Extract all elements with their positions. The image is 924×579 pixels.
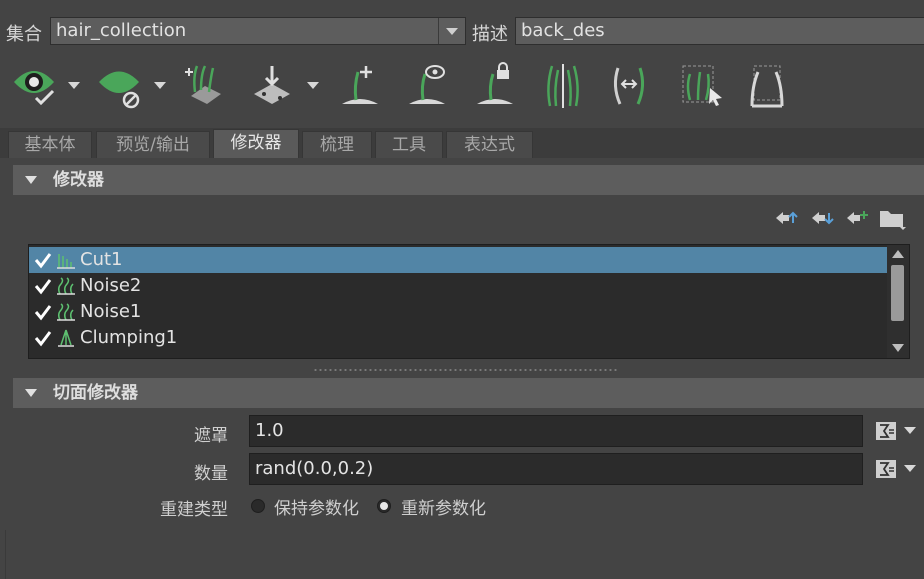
move-down-icon[interactable] xyxy=(810,209,834,227)
expression-editor-icon[interactable] xyxy=(876,422,896,440)
expression-editor-icon[interactable] xyxy=(876,460,896,478)
collection-dropdown[interactable]: hair_collection xyxy=(50,17,466,45)
cut-icon xyxy=(57,254,75,269)
amount-label: 数量 xyxy=(194,464,228,484)
modifier-list[interactable]: Cut1 Noise2 Noise1 Clumping1 xyxy=(28,244,910,359)
preview-eye-button[interactable] xyxy=(12,62,82,112)
cut-section-header[interactable]: 切面修改器 xyxy=(13,378,924,408)
add-guide-icon xyxy=(342,66,378,104)
scroll-thumb[interactable] xyxy=(891,265,904,321)
scroll-up-icon[interactable] xyxy=(892,250,904,258)
place-guides-button[interactable] xyxy=(250,62,320,112)
amount-value: rand(0.0,0.2) xyxy=(255,458,374,479)
flip-guide-button[interactable] xyxy=(608,62,654,112)
tab-modifiers[interactable]: 修改器 xyxy=(213,129,299,158)
collection-value: hair_collection xyxy=(56,20,187,41)
guide-visibility-icon xyxy=(409,65,445,104)
place-guides-icon xyxy=(254,66,290,104)
radio-keep-param-label: 保持参数化 xyxy=(274,499,359,519)
lock-guide-icon xyxy=(477,62,513,104)
folder-icon[interactable] xyxy=(878,207,908,231)
radio-keep-param[interactable] xyxy=(251,499,265,513)
mask-field[interactable]: 1.0 xyxy=(249,415,863,447)
add-modifier-icon[interactable] xyxy=(845,209,869,227)
split-guide-button[interactable] xyxy=(542,62,584,112)
chevron-down-icon[interactable] xyxy=(904,465,916,472)
modifier-name: Cut1 xyxy=(80,249,123,270)
move-up-icon[interactable] xyxy=(774,209,798,227)
collapse-triangle-icon xyxy=(25,389,37,397)
chevron-down-icon xyxy=(68,82,80,89)
collapse-triangle-icon xyxy=(25,176,37,184)
rebuild-type-label: 重建类型 xyxy=(160,500,228,520)
preview-eye-icon xyxy=(14,71,55,106)
radio-reparam[interactable] xyxy=(377,499,391,513)
guide-visibility-button[interactable] xyxy=(405,62,451,112)
radio-reparam-label: 重新参数化 xyxy=(401,499,486,519)
chevron-down-icon xyxy=(307,82,319,89)
add-guide-button[interactable] xyxy=(340,62,382,112)
clumping-icon xyxy=(58,329,74,347)
tab-tools[interactable]: 工具 xyxy=(375,131,443,158)
split-guide-icon xyxy=(547,64,579,108)
resize-handle[interactable] xyxy=(313,368,619,372)
noise-icon xyxy=(57,277,75,295)
amount-field[interactable]: rand(0.0,0.2) xyxy=(249,453,863,485)
checkmark-icon[interactable] xyxy=(34,328,52,348)
checkmark-icon[interactable] xyxy=(34,302,52,322)
cut-section-title: 切面修改器 xyxy=(53,383,138,403)
checkmark-icon[interactable] xyxy=(34,276,52,296)
collection-label: 集合 xyxy=(6,24,42,45)
tab-expressions[interactable]: 表达式 xyxy=(446,131,533,158)
modifiers-section-header[interactable]: 修改器 xyxy=(13,165,924,195)
checkmark-icon[interactable] xyxy=(34,250,52,270)
description-value: back_des xyxy=(521,20,605,41)
menu-bar xyxy=(0,0,924,10)
tab-basic[interactable]: 基本体 xyxy=(8,131,92,158)
hide-leaf-icon xyxy=(99,71,140,109)
groom-add-icon xyxy=(185,65,221,104)
panel-border xyxy=(5,530,6,579)
mask-value: 1.0 xyxy=(255,420,284,441)
radio-dot xyxy=(380,502,388,510)
modifier-name: Noise1 xyxy=(80,301,142,322)
description-dropdown[interactable]: back_des xyxy=(515,17,924,45)
modifier-name: Clumping1 xyxy=(80,327,178,348)
tab-preview-output[interactable]: 预览/输出 xyxy=(96,131,210,158)
select-guides-button[interactable] xyxy=(680,62,726,112)
guide-bounds-icon xyxy=(750,65,784,108)
scroll-down-icon[interactable] xyxy=(892,344,904,352)
list-item[interactable]: Clumping1 xyxy=(29,325,887,351)
chevron-down-icon[interactable] xyxy=(904,427,916,434)
guide-bounds-button[interactable] xyxy=(748,62,788,112)
list-scrollbar[interactable] xyxy=(887,245,909,358)
list-item[interactable]: Noise1 xyxy=(29,299,887,325)
lock-guide-button[interactable] xyxy=(475,62,517,112)
chevron-down-icon xyxy=(438,18,465,44)
select-guides-icon xyxy=(682,65,722,106)
modifier-name: Noise2 xyxy=(80,275,142,296)
description-label: 描述 xyxy=(472,24,508,45)
noise-icon xyxy=(57,303,75,321)
flip-guide-icon xyxy=(613,67,645,105)
groom-add-button[interactable] xyxy=(183,62,229,112)
list-item[interactable]: Cut1 xyxy=(29,247,887,273)
tab-groom[interactable]: 梳理 xyxy=(302,131,372,158)
modifiers-section-title: 修改器 xyxy=(53,170,104,190)
mask-label: 遮罩 xyxy=(194,426,228,446)
list-item[interactable]: Noise2 xyxy=(29,273,887,299)
hide-leaf-button[interactable] xyxy=(97,62,169,112)
chevron-down-icon xyxy=(154,82,166,89)
